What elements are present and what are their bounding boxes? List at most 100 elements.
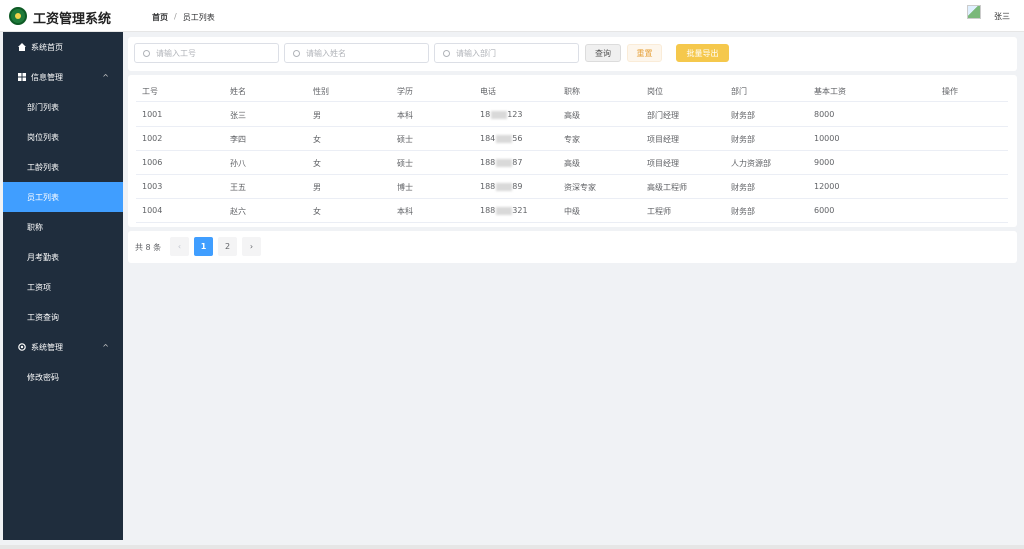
column-header: 工号 [142, 87, 158, 96]
sidebar-item-salary-items[interactable]: 工资项 [3, 272, 123, 302]
sidebar-item-info-management[interactable]: 信息管理 ^ [3, 62, 123, 92]
cell-id: 1003 [142, 182, 163, 191]
sidebar-item-employees[interactable]: 员工列表 [3, 182, 123, 212]
cell-dept: 人力资源部 [731, 159, 771, 168]
cell-title: 高级 [564, 111, 580, 120]
cell-education: 本科 [397, 207, 413, 216]
cell-name: 孙八 [230, 159, 246, 168]
cell-title: 专家 [564, 135, 580, 144]
phone-prefix: 188 [480, 206, 496, 215]
employee-id-input[interactable]: 请输入工号 [134, 43, 279, 63]
sidebar-item-label: 系统管理 [31, 342, 63, 352]
cell-phone: 188 87 [480, 158, 522, 167]
sidebar-item-titles[interactable]: 职称 [3, 212, 123, 242]
home-icon [17, 42, 27, 52]
cell-post: 项目经理 [647, 135, 679, 144]
cell-phone: 18 123 [480, 110, 522, 119]
sidebar-item-label: 工龄列表 [27, 162, 59, 172]
breadcrumb-separator: / [174, 12, 177, 21]
cell-title: 中级 [564, 207, 580, 216]
cell-name: 赵六 [230, 207, 246, 216]
cell-name: 李四 [230, 135, 246, 144]
app-title: 工资管理系统 [33, 12, 112, 27]
cell-phone: 188 89 [480, 182, 522, 191]
breadcrumb-home[interactable]: 首页 [152, 12, 168, 23]
cell-id: 1002 [142, 134, 163, 143]
cell-name: 王五 [230, 183, 246, 192]
employee-id-placeholder: 请输入工号 [156, 48, 196, 58]
sidebar: 系统首页 信息管理 ^ 部门列表 岗位列表 工龄列表 员工列表 职称 月考勤表 … [3, 32, 123, 540]
avatar[interactable] [967, 5, 981, 19]
cell-id: 1006 [142, 158, 163, 167]
cell-salary: 10000 [814, 134, 840, 143]
cell-gender: 女 [313, 207, 321, 216]
sidebar-item-system-management[interactable]: 系统管理 ^ [3, 332, 123, 362]
phone-suffix: 87 [512, 158, 523, 167]
cell-id: 1001 [142, 110, 163, 119]
cell-dept: 财务部 [731, 207, 755, 216]
reset-button[interactable]: 重置 [627, 44, 662, 62]
column-header: 基本工资 [814, 87, 846, 96]
phone-prefix: 184 [480, 134, 496, 143]
cell-education: 本科 [397, 111, 413, 120]
sidebar-item-label: 月考勤表 [27, 252, 59, 262]
column-header: 电话 [480, 87, 496, 96]
phone-prefix: 188 [480, 182, 496, 191]
phone-mask [496, 134, 513, 143]
cell-salary: 12000 [814, 182, 840, 191]
sidebar-item-home[interactable]: 系统首页 [3, 32, 123, 62]
phone-prefix: 18 [480, 110, 491, 119]
page-2-button[interactable]: 2 [218, 237, 237, 256]
department-input[interactable]: 请输入部门 [434, 43, 579, 63]
sidebar-item-label: 修改密码 [27, 372, 59, 382]
department-placeholder: 请输入部门 [456, 48, 496, 58]
cell-gender: 女 [313, 159, 321, 168]
cell-gender: 男 [313, 111, 321, 120]
column-header: 学历 [397, 87, 413, 96]
cell-name: 张三 [230, 111, 246, 120]
pagination: 共 8 条 ‹ 1 2 › [128, 231, 1017, 263]
cell-education: 博士 [397, 183, 413, 192]
sidebar-item-salary-query[interactable]: 工资查询 [3, 302, 123, 332]
table-header: 工号 姓名 性别 学历 电话 职称 岗位 部门 基本工资 操作 [136, 80, 1008, 102]
username[interactable]: 张三 [994, 11, 1010, 22]
chevron-up-icon: ^ [102, 72, 109, 82]
next-page-button[interactable]: › [242, 237, 261, 256]
name-placeholder: 请输入姓名 [306, 48, 346, 58]
query-button[interactable]: 查询 [585, 44, 621, 62]
prev-page-button[interactable]: ‹ [170, 237, 189, 256]
page-bottom-border [0, 545, 1024, 549]
table-row: 1001 张三 男 本科 18 123 高级 部门经理 财务部 8000 [136, 103, 1008, 127]
sidebar-item-label: 信息管理 [31, 72, 63, 82]
phone-suffix: 56 [512, 134, 523, 143]
phone-mask [496, 158, 513, 167]
name-input[interactable]: 请输入姓名 [284, 43, 429, 63]
phone-mask [496, 182, 513, 191]
column-header: 岗位 [647, 87, 663, 96]
cell-salary: 6000 [814, 206, 835, 215]
phone-suffix: 321 [512, 206, 528, 215]
export-button[interactable]: 批量导出 [676, 44, 729, 62]
phone-suffix: 123 [507, 110, 523, 119]
phone-mask [496, 206, 513, 215]
sidebar-item-posts[interactable]: 岗位列表 [3, 122, 123, 152]
grid-icon [17, 72, 27, 82]
sidebar-item-change-password[interactable]: 修改密码 [3, 362, 123, 392]
search-icon [443, 49, 450, 57]
sidebar-item-attendance[interactable]: 月考勤表 [3, 242, 123, 272]
cell-post: 项目经理 [647, 159, 679, 168]
cell-phone: 184 56 [480, 134, 522, 143]
cell-gender: 男 [313, 183, 321, 192]
sidebar-item-label: 工资项 [27, 282, 51, 292]
search-bar: 请输入工号 请输入姓名 请输入部门 查询 重置 批量导出 [128, 37, 1017, 71]
cell-phone: 188 321 [480, 206, 528, 215]
cell-id: 1004 [142, 206, 163, 215]
cell-post: 部门经理 [647, 111, 679, 120]
sidebar-item-seniority[interactable]: 工龄列表 [3, 152, 123, 182]
sidebar-item-departments[interactable]: 部门列表 [3, 92, 123, 122]
page-1-button[interactable]: 1 [194, 237, 213, 256]
cell-title: 高级 [564, 159, 580, 168]
table-row: 1002 李四 女 硕士 184 56 专家 项目经理 财务部 10000 [136, 127, 1008, 151]
phone-suffix: 89 [512, 182, 523, 191]
top-header: 工资管理系统 首页 / 员工列表 张三 [0, 0, 1024, 32]
